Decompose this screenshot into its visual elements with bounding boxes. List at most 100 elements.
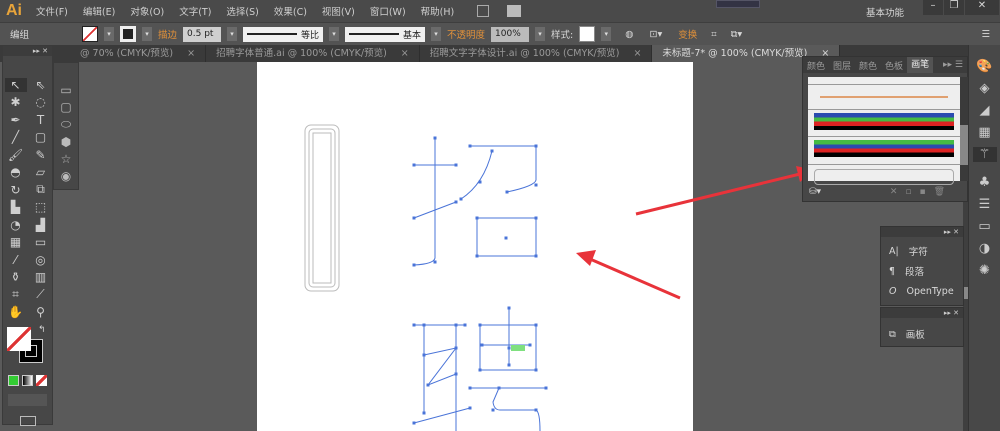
magic-wand-tool-icon[interactable]: ✱	[10, 95, 20, 109]
hand-tool-icon[interactable]: ✋	[8, 305, 23, 319]
zoom-tool-icon[interactable]: ⚲	[36, 305, 45, 319]
eraser-tool-icon[interactable]: ▱	[36, 165, 45, 179]
anchor-point[interactable]	[459, 197, 463, 201]
tab-color[interactable]: 颜色	[803, 59, 829, 72]
anchor-point[interactable]	[454, 372, 458, 376]
color-panel-icon[interactable]: 🎨	[976, 59, 992, 74]
anchor-point[interactable]	[422, 411, 426, 415]
tab-swatches[interactable]: 色板	[881, 59, 907, 72]
swatches-panel-icon[interactable]: ▦	[978, 125, 990, 140]
stroke-panel-icon[interactable]: ☰	[979, 197, 991, 212]
anchor-point[interactable]	[454, 346, 458, 350]
panel-header[interactable]: ▸▸ ✕	[881, 308, 963, 318]
anchor-point[interactable]	[433, 260, 437, 264]
fill-none-swatch[interactable]	[7, 327, 31, 351]
line-tool-icon[interactable]: ╱	[12, 130, 19, 144]
brush-actions[interactable]: ✕▫▪🗑	[890, 187, 953, 197]
brush-libraries-icon[interactable]: ⛁▾	[809, 187, 821, 197]
brush-list-scrollbar[interactable]	[960, 77, 968, 181]
anchor-point[interactable]	[468, 386, 472, 390]
anchor-point[interactable]	[534, 216, 538, 220]
symbol-sprayer-tool-icon[interactable]: ⚱	[10, 270, 20, 284]
star-tool-icon[interactable]: ☆	[61, 152, 72, 166]
draw-mode-icons[interactable]	[8, 394, 47, 406]
anchor-point[interactable]	[475, 216, 479, 220]
anchor-point[interactable]	[463, 323, 467, 327]
brush-item-rgb-1[interactable]	[808, 112, 960, 137]
anchor-point[interactable]	[412, 163, 416, 167]
brush-item-rgb-2[interactable]	[808, 140, 960, 165]
rectangle-tool-icon[interactable]: ▭	[60, 83, 71, 97]
tools-panel-header[interactable]: ▸▸ ✕	[3, 46, 52, 56]
direct-selection-tool-icon[interactable]: ⇖	[35, 78, 45, 92]
pen-tool-icon[interactable]: ✒	[10, 113, 20, 127]
screen-mode-icon[interactable]	[19, 416, 36, 426]
anchor-point[interactable]	[491, 408, 495, 412]
anchor-point[interactable]	[468, 144, 472, 148]
panel-menu-icon[interactable]: ▸▸ ☰	[939, 60, 967, 70]
anchor-point[interactable]	[534, 323, 538, 327]
polygon-tool-icon[interactable]: ⬢	[61, 135, 71, 149]
eyedropper-tool-icon[interactable]: ⁄	[14, 253, 16, 267]
panel-header[interactable]: ▸▸ ✕	[881, 227, 963, 237]
anchor-point[interactable]	[544, 386, 548, 390]
anchor-point[interactable]	[412, 216, 416, 220]
selection-tool-icon[interactable]: ↖	[4, 77, 27, 92]
anchor-point[interactable]	[412, 323, 416, 327]
anchor-point[interactable]	[454, 323, 458, 327]
appearance-panel-icon[interactable]: ✺	[979, 263, 990, 278]
anchor-point[interactable]	[528, 343, 532, 347]
anchor-point[interactable]	[504, 236, 508, 240]
symbols-panel-icon[interactable]: ♣	[979, 175, 991, 190]
slice-tool-icon[interactable]: ⟋	[36, 287, 44, 302]
anchor-point[interactable]	[478, 368, 482, 372]
anchor-point[interactable]	[480, 343, 484, 347]
anchor-point[interactable]	[507, 306, 511, 310]
none-mode-icon[interactable]	[36, 375, 47, 386]
paintbrush-tool-icon[interactable]: 🖌	[8, 148, 23, 162]
rectangle-tool-icon[interactable]: ▢	[35, 130, 46, 144]
anchor-point[interactable]	[454, 163, 458, 167]
tab-color-guide[interactable]: 颜色	[855, 59, 881, 72]
anchor-point[interactable]	[497, 386, 501, 390]
shape-builder-tool-icon[interactable]: ◔	[10, 218, 20, 232]
anchor-point[interactable]	[478, 323, 482, 327]
tab-layers[interactable]: 图层	[829, 59, 855, 72]
blend-tool-icon[interactable]: ◎	[35, 253, 45, 267]
column-graph-tool-icon[interactable]: ▥	[35, 270, 46, 284]
fill-stroke-widget[interactable]: ↰	[3, 325, 52, 375]
anchor-point[interactable]	[507, 363, 511, 367]
width-tool-icon[interactable]: ▙	[11, 200, 20, 214]
swap-fill-stroke-icon[interactable]: ↰	[38, 325, 46, 335]
anchor-point[interactable]	[433, 136, 437, 140]
anchor-point[interactable]	[412, 263, 416, 267]
mesh-tool-icon[interactable]: ▦	[10, 235, 21, 249]
anchor-point[interactable]	[454, 200, 458, 204]
rotate-tool-icon[interactable]: ↻	[10, 183, 20, 197]
brush-item[interactable]	[808, 77, 960, 85]
artboard-tool-icon[interactable]: ⌗	[12, 287, 19, 302]
anchor-point[interactable]	[422, 353, 426, 357]
anchor-point[interactable]	[534, 254, 538, 258]
ellipse-tool-icon[interactable]: ⬭	[61, 117, 71, 132]
anchor-point[interactable]	[426, 383, 430, 387]
anchor-point[interactable]	[478, 180, 482, 184]
anchor-point[interactable]	[507, 346, 511, 350]
anchor-point[interactable]	[422, 323, 426, 327]
tab-brushes[interactable]: 画笔	[907, 57, 934, 73]
pencil-tool-icon[interactable]: ✎	[35, 148, 45, 162]
anchor-point[interactable]	[475, 254, 479, 258]
anchor-point[interactable]	[534, 183, 538, 187]
brush-list[interactable]	[808, 77, 960, 185]
anchor-point[interactable]	[505, 190, 509, 194]
anchor-point[interactable]	[412, 421, 416, 425]
brushes-panel-icon[interactable]: ⚚	[972, 147, 997, 162]
gradient-panel-icon[interactable]: ▭	[978, 219, 990, 234]
gradient-mode-icon[interactable]	[22, 375, 33, 386]
lasso-tool-icon[interactable]: ◌	[35, 95, 45, 109]
layers-panel-icon[interactable]: ◈	[980, 81, 990, 96]
transparency-panel-icon[interactable]: ◑	[979, 241, 990, 256]
perspective-grid-tool-icon[interactable]: ▟	[36, 218, 45, 232]
anchor-point[interactable]	[468, 406, 472, 410]
color-mode-icon[interactable]	[8, 375, 19, 386]
